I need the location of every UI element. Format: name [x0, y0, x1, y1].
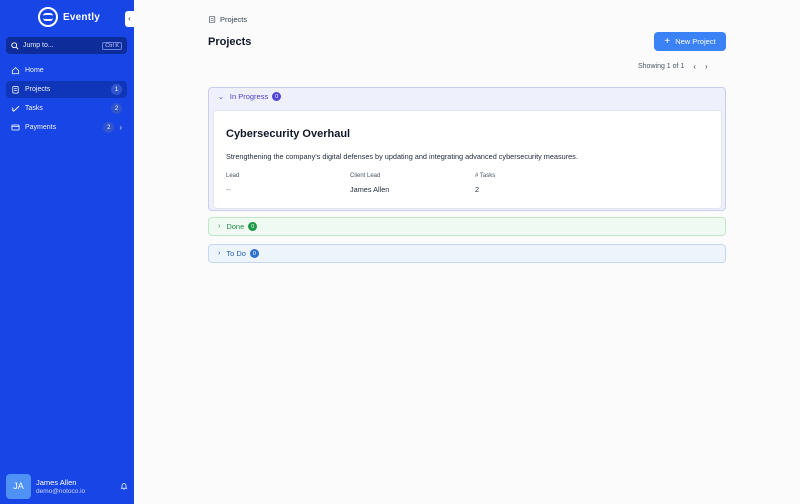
new-project-button[interactable]: + New Project: [654, 32, 726, 51]
plus-icon: +: [664, 35, 671, 47]
group-done: › Done 0: [208, 217, 726, 236]
sidebar-item-label: Home: [25, 67, 44, 74]
project-description: Strengthening the company's digital defe…: [226, 152, 578, 161]
app-logo[interactable]: Evently: [38, 7, 100, 27]
chevron-down-icon: ⌄: [218, 93, 224, 101]
count-badge: 0: [248, 222, 258, 231]
group-label: In Progress: [229, 92, 269, 101]
field-label: Client Lead: [350, 173, 381, 179]
user-profile[interactable]: JA James Allen demo@notoco.io: [6, 473, 128, 499]
shortcut-hint: Ctrl K: [102, 41, 122, 50]
bell-icon[interactable]: [120, 482, 128, 490]
app-name: Evently: [63, 11, 100, 23]
projects-icon: [12, 85, 19, 94]
previous-page-icon[interactable]: ‹: [693, 62, 696, 71]
client-lead-field: Client Lead James Allen: [350, 173, 389, 194]
sidebar-item-projects[interactable]: Projects 1: [6, 81, 127, 98]
count-badge: 0: [249, 249, 259, 258]
new-project-label: New Project: [675, 37, 716, 46]
user-email: demo@notoco.io: [36, 487, 86, 495]
breadcrumb-item[interactable]: Projects: [220, 15, 247, 24]
breadcrumb: Projects: [208, 15, 247, 24]
project-card[interactable]: Cybersecurity Overhaul Strengthening the…: [213, 110, 722, 209]
sidebar-item-home[interactable]: Home: [6, 62, 127, 79]
group-in-progress: ⌄ In Progress 0 Cybersecurity Overhaul S…: [208, 87, 726, 211]
group-label: Done: [226, 222, 245, 231]
sidebar-item-label: Payments: [25, 124, 57, 131]
page-title: Projects: [208, 36, 252, 48]
pagination: Showing 1 of 1 ‹ ›: [638, 62, 708, 71]
field-label: Lead: [226, 173, 240, 179]
group-to-do: › To Do 0: [208, 244, 726, 263]
sidebar-item-payments[interactable]: Payments 2 ›: [6, 119, 127, 136]
logo-icon: [38, 7, 58, 27]
pagination-status: Showing 1 of 1: [638, 63, 685, 70]
chevron-right-icon: ›: [119, 123, 122, 132]
tasks-count-field: # Tasks 2: [475, 173, 495, 194]
count-badge: 2: [111, 103, 122, 114]
count-badge: 0: [272, 92, 282, 101]
chevron-right-icon: ›: [218, 223, 221, 230]
jump-to-label: Jump to...: [23, 42, 54, 49]
sidebar: Evently ‹ Jump to... Ctrl K Home Project…: [0, 0, 134, 504]
field-label: # Tasks: [475, 173, 496, 179]
sidebar-item-label: Tasks: [25, 105, 43, 112]
count-badge: 2: [103, 122, 115, 133]
home-icon: [11, 67, 20, 75]
group-header[interactable]: › Done 0: [209, 218, 725, 235]
field-value: James Allen: [350, 185, 390, 194]
search-icon: [11, 41, 19, 50]
project-title: Cybersecurity Overhaul: [226, 128, 351, 140]
sidebar-nav: Home Projects 1 Tasks 2 Payments 2 ›: [6, 62, 127, 138]
projects-icon: [209, 15, 216, 24]
jump-to-search[interactable]: Jump to... Ctrl K: [6, 37, 127, 54]
field-value: --: [226, 185, 231, 194]
chevron-right-icon: ›: [218, 250, 221, 257]
group-label: To Do: [226, 249, 246, 258]
payments-icon: [11, 124, 20, 131]
next-page-icon[interactable]: ›: [705, 62, 708, 71]
tasks-icon: [11, 105, 20, 112]
sidebar-item-label: Projects: [25, 86, 51, 93]
count-badge: 1: [111, 84, 122, 95]
collapse-sidebar-button[interactable]: ‹: [125, 11, 134, 27]
chevron-left-icon: ‹: [128, 14, 131, 23]
avatar: JA: [6, 473, 31, 499]
group-header[interactable]: › To Do 0: [209, 245, 725, 262]
lead-field: Lead --: [226, 173, 239, 194]
sidebar-item-tasks[interactable]: Tasks 2: [6, 100, 127, 117]
user-name: James Allen: [36, 477, 77, 487]
group-header[interactable]: ⌄ In Progress 0: [209, 88, 725, 105]
field-value: 2: [475, 185, 480, 194]
